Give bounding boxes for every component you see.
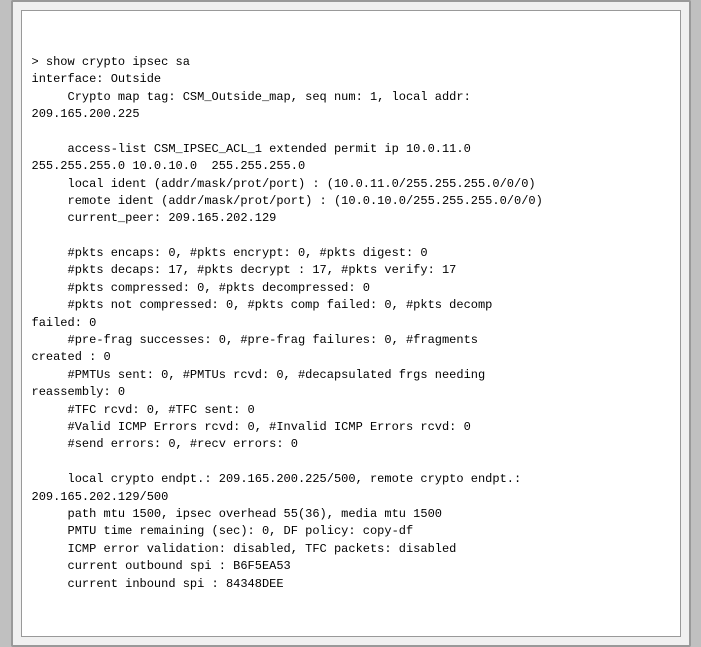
terminal-output: > show crypto ipsec sa interface: Outsid… (21, 10, 681, 637)
terminal-text: > show crypto ipsec sa interface: Outsid… (32, 54, 670, 593)
terminal-window: > show crypto ipsec sa interface: Outsid… (11, 0, 691, 647)
